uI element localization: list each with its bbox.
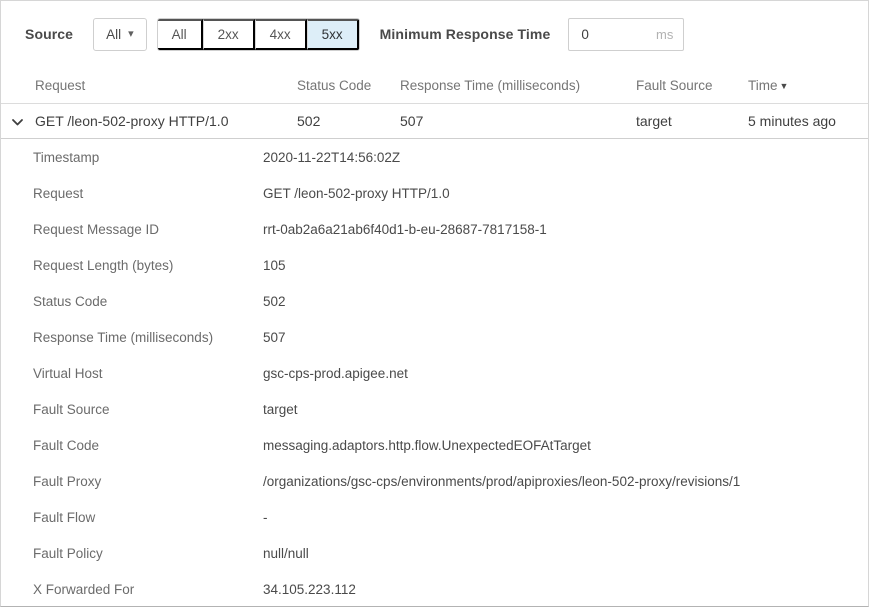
detail-label: Fault Code [33, 438, 263, 453]
detail-value: gsc-cps-prod.apigee.net [263, 366, 408, 381]
detail-row: Fault Source target [1, 391, 868, 427]
table-row[interactable]: GET /leon-502-proxy HTTP/1.0 502 507 tar… [1, 103, 868, 139]
row-status-code: 502 [297, 113, 400, 129]
column-header-fault-source: Fault Source [636, 78, 748, 93]
row-request: GET /leon-502-proxy HTTP/1.0 [1, 113, 297, 129]
detail-row: Request GET /leon-502-proxy HTTP/1.0 [1, 175, 868, 211]
detail-row: Request Length (bytes) 105 [1, 247, 868, 283]
table-header: Request Status Code Response Time (milli… [1, 67, 868, 103]
source-dropdown-value: All [106, 27, 121, 42]
detail-label: X Forwarded For [33, 582, 263, 597]
detail-label: Fault Policy [33, 546, 263, 561]
ms-unit-label: ms [639, 27, 683, 42]
detail-value: /organizations/gsc-cps/environments/prod… [263, 474, 740, 489]
detail-value: 105 [263, 258, 286, 273]
detail-value: 34.105.223.112 [263, 582, 356, 597]
detail-value: null/null [263, 546, 309, 561]
column-header-time[interactable]: Time▼ [748, 78, 868, 93]
api-monitoring-panel: Source All ▾ All 2xx 4xx 5xx Minimum Res… [0, 0, 869, 607]
detail-row: Virtual Host gsc-cps-prod.apigee.net [1, 355, 868, 391]
detail-value: 502 [263, 294, 286, 309]
detail-label: Fault Flow [33, 510, 263, 525]
detail-value: 2020-11-22T14:56:02Z [263, 150, 400, 165]
filter-toolbar: Source All ▾ All 2xx 4xx 5xx Minimum Res… [1, 1, 868, 67]
detail-label: Response Time (milliseconds) [33, 330, 263, 345]
min-response-time-input[interactable] [569, 27, 639, 42]
status-filter-4xx[interactable]: 4xx [255, 19, 307, 50]
detail-label: Timestamp [33, 150, 263, 165]
request-details: Timestamp 2020-11-22T14:56:02Z Request G… [1, 139, 868, 607]
detail-label: Request Length (bytes) [33, 258, 263, 273]
detail-row: Response Time (milliseconds) 507 [1, 319, 868, 355]
detail-label: Request [33, 186, 263, 201]
detail-row: Status Code 502 [1, 283, 868, 319]
detail-label: Virtual Host [33, 366, 263, 381]
status-filter-5xx[interactable]: 5xx [307, 19, 359, 50]
chevron-down-icon: ▾ [128, 29, 134, 40]
detail-row: Fault Code messaging.adaptors.http.flow.… [1, 427, 868, 463]
detail-row: Request Message ID rrt-0ab2a6a21ab6f40d1… [1, 211, 868, 247]
detail-value: messaging.adaptors.http.flow.UnexpectedE… [263, 438, 591, 453]
detail-label: Request Message ID [33, 222, 263, 237]
detail-row: Fault Proxy /organizations/gsc-cps/envir… [1, 463, 868, 499]
column-header-request: Request [1, 78, 297, 93]
detail-row: Fault Flow - [1, 499, 868, 535]
detail-row: Timestamp 2020-11-22T14:56:02Z [1, 139, 868, 175]
source-dropdown[interactable]: All ▾ [93, 18, 147, 51]
column-header-response-time: Response Time (milliseconds) [400, 78, 636, 93]
detail-value: 507 [263, 330, 286, 345]
detail-label: Status Code [33, 294, 263, 309]
detail-value: rrt-0ab2a6a21ab6f40d1-b-eu-28687-7817158… [263, 222, 547, 237]
status-filter-all[interactable]: All [158, 19, 203, 50]
detail-row: Fault Policy null/null [1, 535, 868, 571]
detail-value: GET /leon-502-proxy HTTP/1.0 [263, 186, 450, 201]
min-response-time-field: ms [568, 18, 684, 51]
chevron-down-icon[interactable] [11, 118, 24, 127]
row-response-time: 507 [400, 113, 636, 129]
status-filter-group: All 2xx 4xx 5xx [157, 18, 360, 51]
row-fault-source: target [636, 113, 748, 129]
detail-value: target [263, 402, 298, 417]
row-time: 5 minutes ago [748, 113, 868, 129]
min-response-time-label: Minimum Response Time [380, 26, 551, 42]
source-label: Source [25, 26, 73, 42]
column-header-status-code: Status Code [297, 78, 400, 93]
detail-value: - [263, 510, 268, 525]
status-filter-2xx[interactable]: 2xx [203, 19, 255, 50]
sort-descending-icon: ▼ [780, 81, 789, 91]
detail-label: Fault Proxy [33, 474, 263, 489]
detail-row: X Forwarded For 34.105.223.112 [1, 571, 868, 607]
detail-label: Fault Source [33, 402, 263, 417]
